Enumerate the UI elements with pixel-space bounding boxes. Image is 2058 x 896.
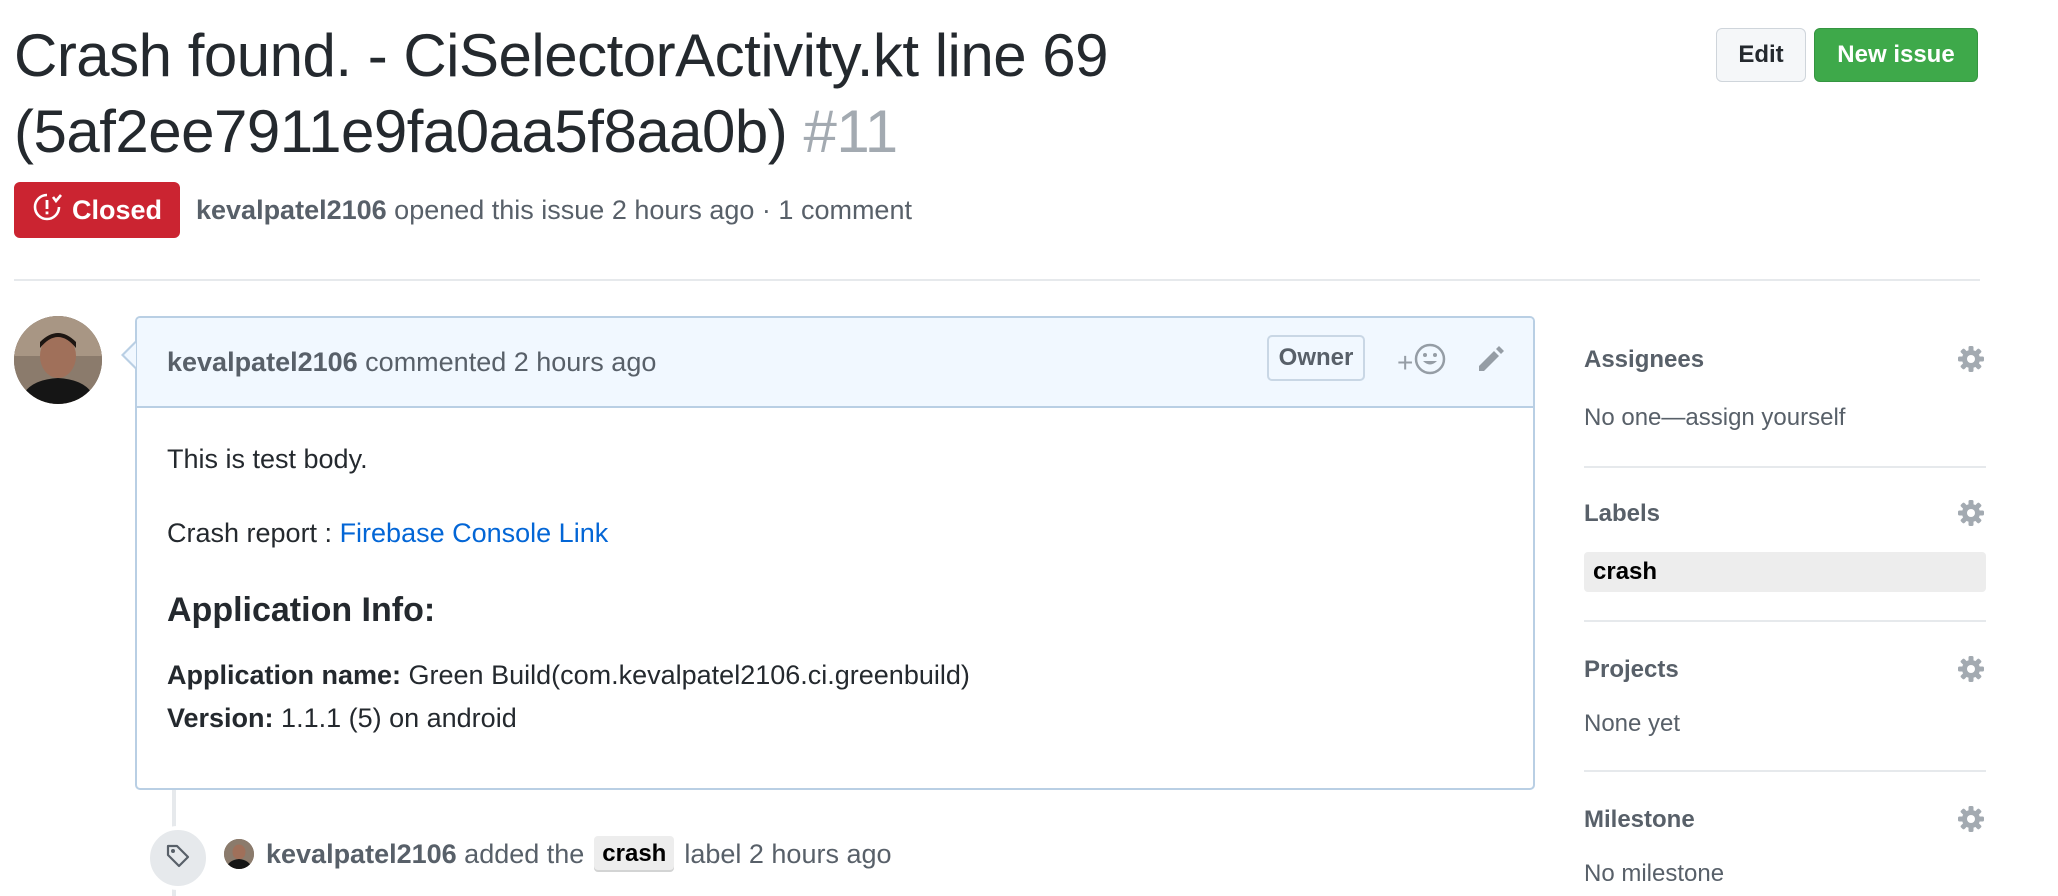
reaction-plus: + [1397, 346, 1414, 378]
sidebar-projects: Projects None yet [1584, 656, 1986, 738]
assignees-value[interactable]: No one—assign yourself [1584, 404, 1986, 432]
comment-header: kevalpatel2106 commented 2 hours ago Own… [137, 318, 1533, 408]
sidebar-assignees: Assignees No one—assign yourself [1584, 346, 1986, 432]
assignees-heading: Assignees [1584, 346, 1705, 373]
issue-closed-icon [32, 192, 62, 229]
pencil-icon[interactable] [1475, 344, 1505, 379]
comment-arrow-inner [124, 343, 136, 367]
issue-title: Crash found. - CiSelectorActivity.kt lin… [14, 18, 1234, 170]
issue-number: #11 [803, 98, 898, 165]
event-text-before: added the [464, 838, 585, 869]
issue-meta-text: kevalpatel2106 opened this issue 2 hours… [196, 195, 912, 226]
status-badge: Closed [14, 182, 180, 238]
comment: kevalpatel2106 commented 2 hours ago Own… [135, 316, 1535, 790]
sidebar-divider [1584, 466, 1986, 468]
crash-report-line: Crash report : Firebase Console Link [167, 514, 1503, 552]
comment-body-text: This is test body. [167, 444, 368, 474]
application-info-heading: Application Info: [167, 591, 436, 629]
smiley-icon [1413, 342, 1447, 383]
version-label: Version: [167, 703, 274, 733]
application-name-line: Application name: Green Build(com.kevalp… [167, 654, 1503, 697]
sidebar-label-crash[interactable]: crash [1584, 552, 1986, 592]
timeline-badge [146, 826, 210, 890]
comment-header-text: kevalpatel2106 commented 2 hours ago [167, 347, 656, 378]
firebase-console-link[interactable]: Firebase Console Link [340, 518, 609, 548]
crash-report-prefix: Crash report : [167, 518, 340, 548]
comment-timestamp: commented 2 hours ago [365, 346, 657, 377]
labels-heading: Labels [1584, 500, 1661, 527]
projects-value: None yet [1584, 710, 1681, 737]
issue-opened-text: opened this issue 2 hours ago · 1 commen… [394, 194, 912, 225]
comment-author-link[interactable]: kevalpatel2106 [167, 347, 358, 377]
timeline-event: kevalpatel2106 added the crash label 2 h… [224, 836, 892, 872]
gear-icon[interactable] [1956, 344, 1986, 379]
version-value: 1.1.1 (5) on android [273, 703, 517, 733]
application-name-label: Application name: [167, 660, 402, 690]
event-author-link[interactable]: kevalpatel2106 [266, 839, 457, 870]
header-divider [14, 279, 1980, 281]
owner-badge: Owner [1267, 335, 1365, 381]
sidebar-labels: Labels crash [1584, 500, 1986, 592]
application-name-value: Green Build(com.kevalpatel2106.ci.greenb… [401, 660, 970, 690]
milestone-heading: Milestone [1584, 806, 1695, 833]
gear-icon[interactable] [1956, 654, 1986, 689]
avatar[interactable] [14, 316, 102, 404]
tag-icon [165, 843, 191, 874]
version-line: Version: 1.1.1 (5) on android [167, 697, 1503, 740]
event-label-chip[interactable]: crash [594, 836, 675, 872]
event-avatar[interactable] [224, 839, 254, 869]
gear-icon[interactable] [1956, 498, 1986, 533]
event-text-after: label 2 hours ago [684, 838, 892, 869]
sidebar-milestone: Milestone No milestone [1584, 806, 1986, 888]
sidebar-divider [1584, 770, 1986, 772]
gear-icon[interactable] [1956, 804, 1986, 839]
projects-heading: Projects [1584, 656, 1679, 683]
new-issue-button[interactable]: New issue [1814, 28, 1978, 82]
status-badge-label: Closed [71, 194, 163, 225]
issue-title-text: Crash found. - CiSelectorActivity.kt lin… [14, 22, 1109, 165]
issue-meta: Closed kevalpatel2106 opened this issue … [14, 182, 912, 238]
sidebar-divider [1584, 620, 1986, 622]
comment-body: This is test body. Crash report : Fireba… [137, 408, 1533, 740]
add-reaction-button[interactable]: + [1397, 342, 1447, 383]
issue-author-link[interactable]: kevalpatel2106 [196, 195, 387, 225]
milestone-value: No milestone [1584, 860, 1725, 887]
edit-button[interactable]: Edit [1716, 28, 1806, 82]
header-actions: Edit New issue [1716, 28, 1978, 82]
